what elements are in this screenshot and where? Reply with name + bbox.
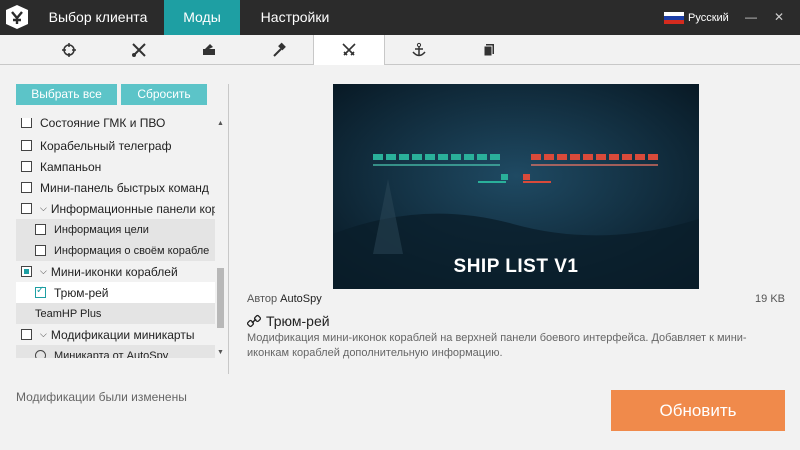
panel-divider xyxy=(228,84,229,374)
pages-icon[interactable] xyxy=(454,35,524,64)
author-name: AutoSpy xyxy=(280,293,322,305)
list-item[interactable]: Мини-панель быстрых команд xyxy=(16,177,215,198)
russian-flag-icon xyxy=(664,11,684,25)
category-bar xyxy=(0,35,800,65)
tab-settings[interactable]: Настройки xyxy=(244,0,346,35)
author-line: Автор AutoSpy xyxy=(247,293,322,305)
list-item-label: Информация о своём корабле xyxy=(54,244,210,257)
list-item-label: Состояние ГМК и ПВО xyxy=(40,118,166,130)
list-item-label: Мини-панель быстрых команд xyxy=(40,180,209,195)
list-item-label: Кампаньон xyxy=(40,159,102,174)
scrollbar[interactable]: ▲ ▼ xyxy=(215,118,226,358)
list-item[interactable]: Миникарта от AutoSpy xyxy=(16,345,215,358)
list-item[interactable]: Информация о своём корабле xyxy=(16,240,215,261)
language-selector[interactable]: Русский xyxy=(664,10,729,26)
list-item-selected[interactable]: Трюм-рей xyxy=(16,282,215,303)
checkbox[interactable] xyxy=(21,118,32,128)
scrollbar-thumb[interactable] xyxy=(217,268,224,328)
anchor-icon[interactable] xyxy=(384,35,454,64)
chevron-down-icon[interactable]: ⌵ xyxy=(40,329,47,340)
reset-button[interactable]: Сбросить xyxy=(121,84,207,105)
list-item-group[interactable]: ⌵ Модификации миникарты xyxy=(16,324,215,345)
list-item-label: Миникарта от AutoSpy xyxy=(54,349,169,359)
scroll-down-icon[interactable]: ▼ xyxy=(215,347,226,358)
tools-icon[interactable] xyxy=(104,35,174,64)
language-label: Русский xyxy=(688,12,729,24)
list-item-label: Информация цели xyxy=(54,223,149,236)
list-item[interactable]: Корабельный телеграф xyxy=(16,135,215,156)
crossed-swords-icon[interactable] xyxy=(313,35,385,65)
list-item-label: Трюм-рей xyxy=(54,285,109,300)
list-item-label: Мини-иконки кораблей xyxy=(50,264,178,279)
checkbox[interactable] xyxy=(21,266,32,277)
minimize-icon[interactable]: — xyxy=(742,8,760,26)
crosshair-icon[interactable] xyxy=(34,35,104,64)
select-all-button[interactable]: Выбрать все xyxy=(16,84,117,105)
hammer-icon[interactable] xyxy=(244,35,314,64)
list-item-label: Корабельный телеграф xyxy=(40,138,172,153)
app-logo-icon xyxy=(6,5,28,29)
checkbox[interactable] xyxy=(35,285,46,298)
update-button[interactable]: Обновить xyxy=(611,390,785,431)
checkbox[interactable] xyxy=(21,140,32,151)
tab-mods[interactable]: Моды xyxy=(164,0,240,35)
mod-title: Трюм-рей xyxy=(247,313,330,329)
list-item[interactable]: TeamHP Plus xyxy=(16,303,215,324)
mod-preview-image: SHIP LIST V1 xyxy=(333,84,699,289)
top-bar: Выбор клиента Моды Настройки Русский — ✕ xyxy=(0,0,800,35)
close-icon[interactable]: ✕ xyxy=(770,8,788,26)
list-item-label: Модификации миникарты xyxy=(50,327,195,342)
checkbox[interactable] xyxy=(21,182,32,193)
list-item[interactable]: Кампаньон xyxy=(16,156,215,177)
list-item[interactable]: Информация цели xyxy=(16,219,215,240)
preview-title: SHIP LIST V1 xyxy=(453,256,579,277)
checkbox[interactable] xyxy=(35,224,46,235)
mod-description: Модификация мини-иконок кораблей на верх… xyxy=(247,332,747,359)
radio-button[interactable] xyxy=(35,350,46,358)
mod-title-text: Трюм-рей xyxy=(266,313,330,329)
list-item-group[interactable]: ⌵ Информационные панели кор xyxy=(16,198,215,219)
list-item-label: Информационные панели кор xyxy=(50,201,215,216)
checkbox[interactable] xyxy=(21,161,32,172)
scroll-up-icon[interactable]: ▲ xyxy=(215,118,226,129)
checkbox[interactable] xyxy=(21,203,32,214)
list-item-label: TeamHP Plus xyxy=(35,307,102,320)
status-text: Модификации были изменены xyxy=(16,390,187,404)
tab-client-select[interactable]: Выбор клиента xyxy=(34,0,162,35)
mod-list: Состояние ГМК и ПВО Корабельный телеграф… xyxy=(16,118,215,358)
link-icon xyxy=(247,314,261,328)
chevron-down-icon[interactable]: ⌵ xyxy=(40,203,47,214)
checkbox[interactable] xyxy=(21,329,32,340)
list-item[interactable]: Состояние ГМК и ПВО xyxy=(16,118,215,133)
file-size: 19 KB xyxy=(755,293,785,305)
list-item-group[interactable]: ⌵ Мини-иконки кораблей xyxy=(16,261,215,282)
author-label: Автор xyxy=(247,293,278,305)
checkbox[interactable] xyxy=(35,245,46,256)
chevron-down-icon[interactable]: ⌵ xyxy=(40,266,47,277)
battle-icon[interactable] xyxy=(174,35,244,64)
